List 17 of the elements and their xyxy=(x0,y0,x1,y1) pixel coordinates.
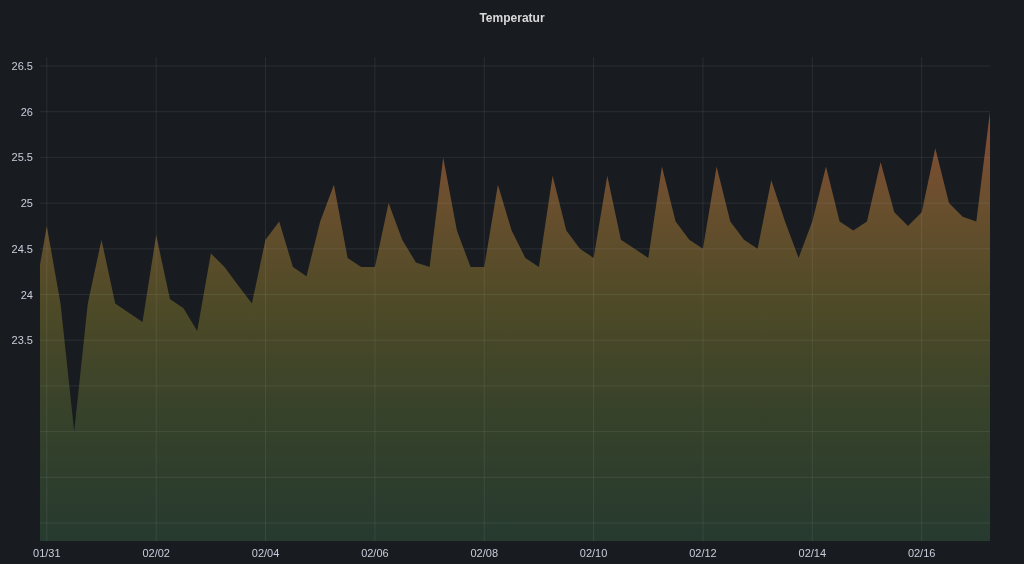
x-axis-label: 01/31 xyxy=(33,547,61,559)
y-axis-label: 25.5 xyxy=(11,151,33,164)
y-axis-label: 24 xyxy=(20,288,33,301)
y-axis-label: 26 xyxy=(20,105,33,118)
x-axis-label: 02/02 xyxy=(142,547,170,559)
chart-title: Temperatur xyxy=(479,11,545,25)
x-axis-label: 02/04 xyxy=(251,547,280,559)
x-axis-label: 02/16 xyxy=(907,547,936,559)
y-axis-label: 23.5 xyxy=(11,334,33,347)
x-axis-label: 02/12 xyxy=(689,547,717,559)
x-axis-label: 02/08 xyxy=(470,547,498,559)
x-axis-label: 02/10 xyxy=(579,547,608,559)
x-axis-label: 02/06 xyxy=(361,547,389,559)
x-axis-label: 02/14 xyxy=(798,547,827,559)
y-axis-label: 24.5 xyxy=(11,242,33,255)
y-axis-label: 25 xyxy=(20,197,33,210)
y-axis-label: 26.5 xyxy=(11,60,33,72)
